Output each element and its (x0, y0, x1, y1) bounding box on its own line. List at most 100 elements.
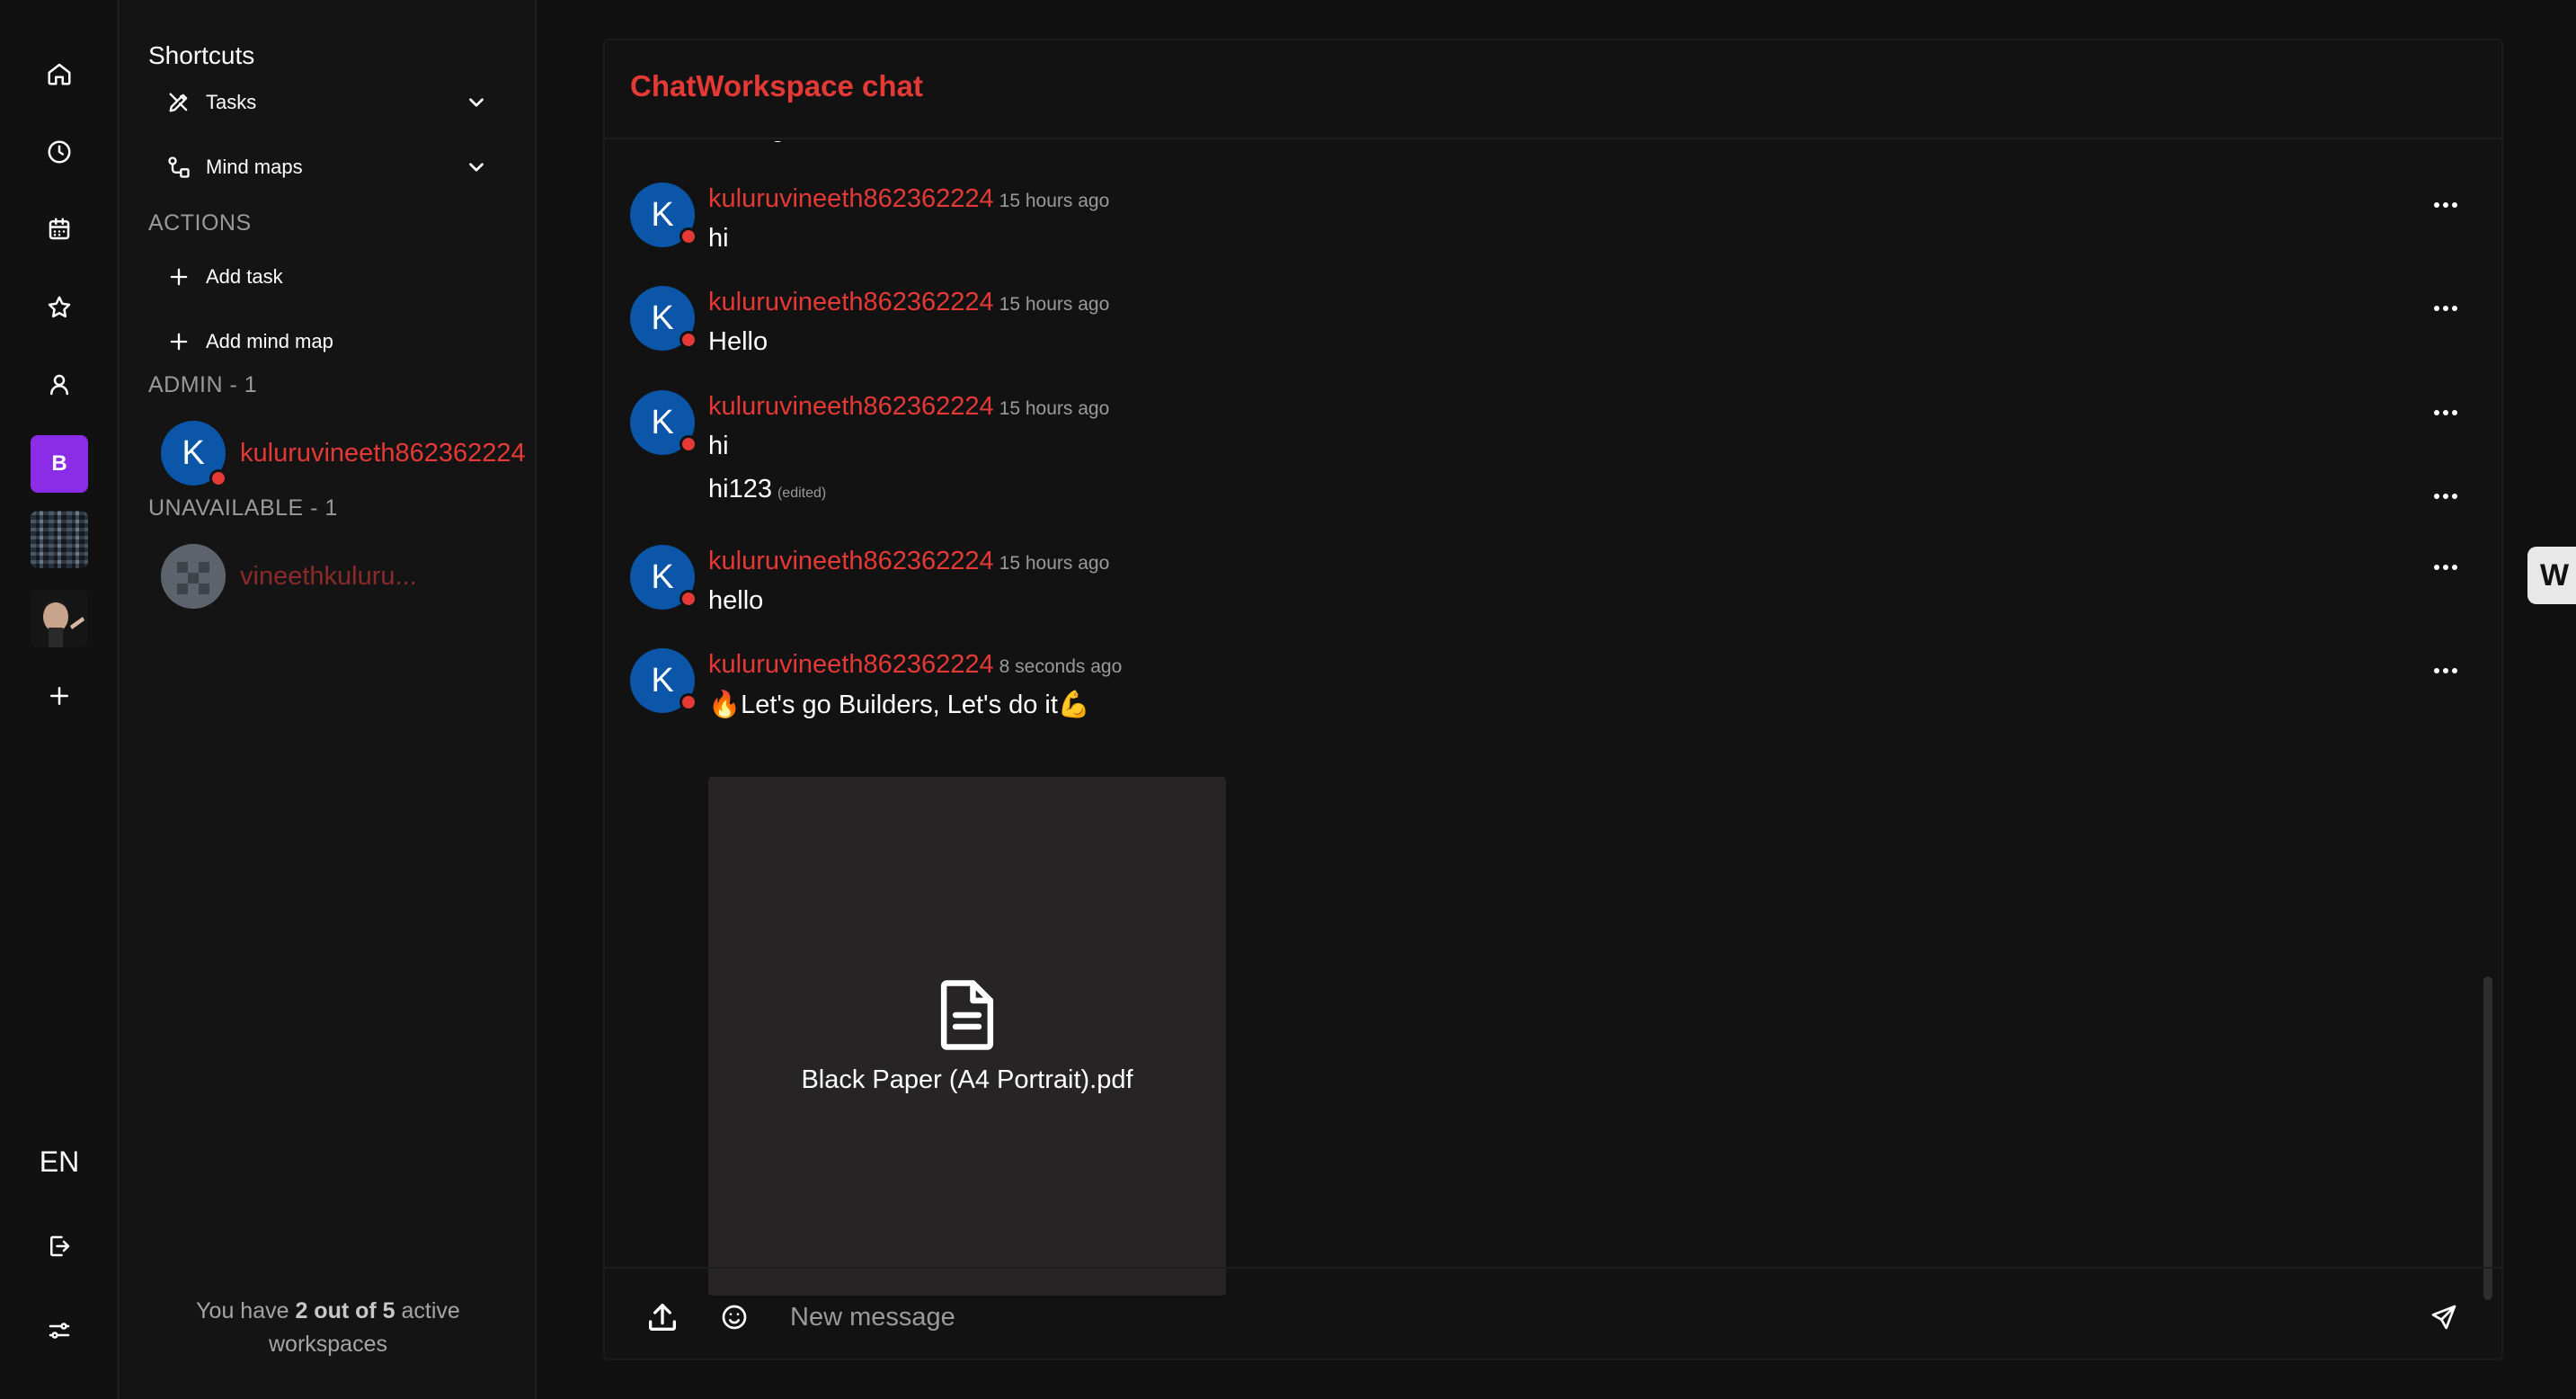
emoji-icon[interactable] (715, 1297, 754, 1337)
message-followup: hi123 (edited) (708, 475, 826, 504)
upload-icon[interactable] (643, 1297, 682, 1337)
message-item: K kuluruvineeth862362224 15 hours ago Hel… (630, 286, 2464, 376)
document-icon (940, 980, 994, 1050)
workspace-b-button[interactable]: B (31, 435, 88, 493)
user-icon[interactable] (31, 356, 88, 414)
add-mind-map-button[interactable]: Add mind map (166, 319, 526, 364)
side-widget-tab[interactable]: W (2527, 547, 2576, 604)
shortcut-mind-maps[interactable]: Mind maps (166, 145, 526, 190)
shortcut-mind-maps-label: Mind maps (206, 156, 303, 178)
app-root: B EN Shortcuts Tasks Mind maps ACTIONS A… (0, 0, 2576, 1399)
message-author[interactable]: kuluruvineeth862362224 (708, 547, 994, 575)
calendar-icon[interactable] (31, 200, 88, 258)
message-list[interactable]: testing K kuluruvineeth86236222415 hours… (605, 141, 2501, 1304)
status-dot (680, 435, 697, 453)
message-item: K kuluruvineeth862362224 15 hours ago hi … (630, 390, 2464, 525)
quota-prefix: You have (196, 1298, 296, 1323)
icon-rail: B EN (0, 0, 120, 1399)
message-text: 🔥Let's go Builders, Let's do it💪 (708, 691, 1091, 719)
shortcut-tasks-label: Tasks (206, 91, 257, 113)
status-dot (680, 693, 697, 711)
home-icon[interactable] (31, 45, 88, 102)
message-author[interactable]: kuluruvineeth862362224 (708, 650, 994, 679)
avatar: K (161, 421, 227, 487)
message-item: K kuluruvineeth862362224 15 hours ago hel… (630, 545, 2464, 635)
more-options-icon[interactable] (2428, 483, 2464, 510)
message-author[interactable]: kuluruvineeth862362224 (708, 288, 994, 316)
message-meta: kuluruvineeth862362224 15 hours ago (708, 184, 1109, 214)
add-mind-map-label: Add mind map (206, 330, 333, 352)
more-options-icon[interactable] (2428, 295, 2464, 322)
more-options-icon[interactable] (2428, 657, 2464, 684)
avatar-initial: K (651, 299, 674, 337)
message-composer (605, 1267, 2501, 1359)
message-time: 15 hours ago (999, 553, 1110, 574)
member-unavailable[interactable]: vineethkuluru... (161, 542, 529, 610)
chevron-down-icon[interactable] (465, 156, 488, 179)
workspace-thumbnail-2[interactable] (31, 590, 88, 647)
settings-sliders-icon[interactable] (31, 1302, 88, 1359)
status-dot (680, 331, 697, 349)
actions-heading: ACTIONS (148, 210, 252, 236)
mind-map-icon (168, 156, 190, 178)
message-meta: kuluruvineeth862362224 15 hours ago (708, 392, 1109, 422)
message-text: hi (708, 224, 729, 253)
language-switcher[interactable]: EN (31, 1133, 88, 1190)
quota-count: 2 out of 5 (295, 1298, 395, 1323)
message-time: 15 hours ago (999, 294, 1110, 315)
member-name: kuluruvineeth862362224 (240, 438, 526, 468)
logout-icon[interactable] (31, 1217, 88, 1275)
message-input[interactable] (790, 1294, 2372, 1341)
message-text: Hello (708, 327, 768, 356)
chevron-down-icon[interactable] (465, 91, 488, 114)
unavailable-heading: UNAVAILABLE - 1 (148, 495, 338, 521)
add-workspace-icon[interactable] (31, 667, 88, 725)
workspace-thumbnail-1[interactable] (31, 511, 88, 568)
message-time: 15 hours ago (999, 398, 1110, 419)
avatar-initial: K (651, 403, 674, 441)
message-meta: kuluruvineeth862362224 15 hours ago (708, 547, 1109, 576)
chat-title: ChatWorkspace chat (630, 69, 923, 102)
avatar: K (630, 390, 697, 455)
more-options-icon[interactable] (2428, 554, 2464, 581)
workspace-letter: B (51, 451, 67, 476)
more-options-icon[interactable] (2428, 399, 2464, 426)
add-task-button[interactable]: Add task (166, 254, 526, 299)
plus-icon (170, 268, 188, 286)
add-task-label: Add task (206, 265, 283, 288)
member-name: vineethkuluru... (240, 561, 417, 591)
message-meta: kuluruvineeth862362224 15 hours ago (708, 288, 1109, 317)
avatar-initial: K (651, 195, 674, 234)
chat-panel: ChatWorkspace chat testing K kuluruvinee… (603, 39, 2503, 1360)
status-dot (209, 469, 227, 487)
message-item: K kuluruvineeth862362224 15 hours ago hi (630, 183, 2464, 272)
edited-label: (edited) (777, 486, 827, 501)
shortcut-tasks[interactable]: Tasks (166, 80, 526, 125)
chat-header: ChatWorkspace chat (605, 40, 2501, 139)
message-author[interactable]: kuluruvineeth862362224 (708, 184, 994, 213)
message-text: hello (708, 586, 764, 615)
star-icon[interactable] (31, 279, 88, 336)
pdf-attachment[interactable]: Black Paper (A4 Portrait).pdf (708, 777, 1226, 1296)
plus-icon (170, 333, 188, 351)
message-time: 15 hours ago (999, 191, 1110, 211)
avatar-initial: K (651, 661, 674, 700)
message-meta: kuluruvineeth862362224 8 seconds ago (708, 650, 1122, 680)
scrollbar[interactable] (2483, 976, 2492, 1300)
clock-icon[interactable] (31, 123, 88, 181)
more-options-icon[interactable] (2428, 192, 2464, 218)
member-admin[interactable]: K kuluruvineeth862362224 (161, 419, 529, 487)
message-text: hi (708, 432, 729, 460)
admin-heading: ADMIN - 1 (148, 372, 258, 397)
send-icon[interactable] (2424, 1297, 2464, 1337)
followup-text: hi123 (708, 475, 772, 503)
attachment-filename: Black Paper (A4 Portrait).pdf (801, 1065, 1133, 1094)
message-partial: testing (630, 141, 2464, 159)
status-dot (680, 227, 697, 245)
message-author[interactable]: kuluruvineeth862362224 (708, 392, 994, 421)
avatar-initial: K (182, 433, 205, 472)
avatar: K (630, 545, 697, 610)
avatar-initial: K (651, 557, 674, 596)
message-text: testing (708, 141, 785, 144)
message-time: 8 seconds ago (999, 656, 1123, 677)
